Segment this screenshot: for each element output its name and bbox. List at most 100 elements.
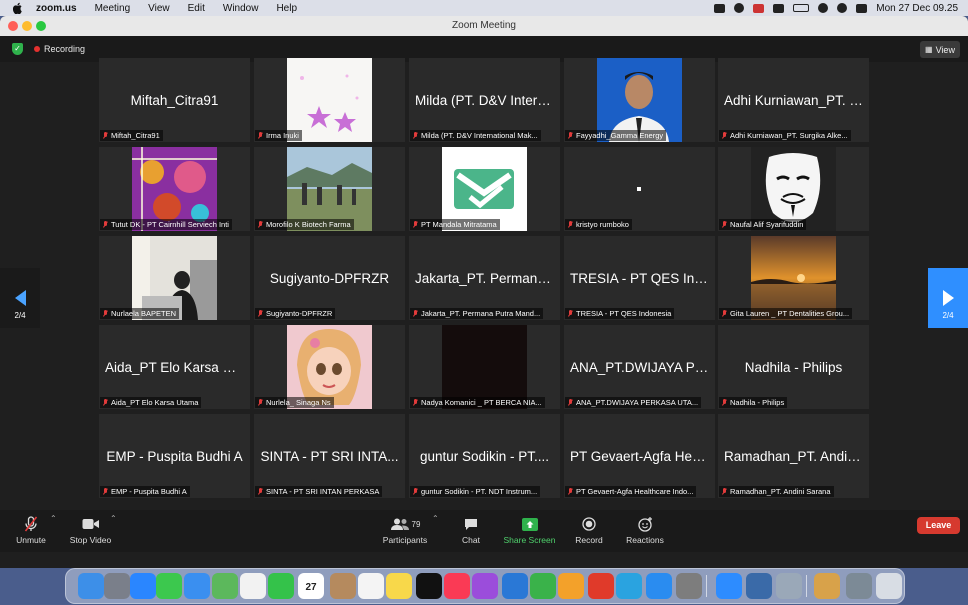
- participant-tile[interactable]: Sugiyanto-DPFRZR Sugiyanto-DPFRZR: [254, 236, 405, 320]
- previous-page-button[interactable]: 2/4: [0, 268, 40, 328]
- menubar-clock[interactable]: Mon 27 Dec 09.25: [876, 3, 958, 14]
- screen-record-icon[interactable]: [753, 3, 765, 13]
- participant-name-label: Fayyadhi_Gamma Energy: [565, 130, 667, 141]
- launchpad-icon[interactable]: [104, 573, 130, 599]
- menu-help[interactable]: Help: [276, 3, 297, 14]
- participant-name-text: Fayyadhi_Gamma Energy: [576, 131, 664, 140]
- reminders-icon[interactable]: [358, 573, 384, 599]
- participant-tile[interactable]: Nurlela_ Sinaga Ns: [254, 325, 405, 409]
- photos-icon[interactable]: [240, 573, 266, 599]
- participant-name-text: Jakarta_PT. Permana Putra Mand...: [421, 309, 541, 318]
- view-button[interactable]: ▦ View: [920, 41, 960, 58]
- podcasts-icon[interactable]: [472, 573, 498, 599]
- fullscreen-window-button[interactable]: [36, 21, 46, 31]
- notes-icon[interactable]: [386, 573, 412, 599]
- control-center-icon[interactable]: [856, 3, 868, 13]
- downloads-folder-icon[interactable]: [814, 573, 840, 599]
- participant-tile[interactable]: Irma Inuki: [254, 58, 405, 142]
- stop-video-button[interactable]: Stop Video: [68, 514, 113, 548]
- zoom-status-icon[interactable]: [714, 3, 726, 13]
- participant-tile[interactable]: EMP - Puspita Budhi A EMP - Puspita Budhi…: [99, 414, 250, 498]
- app-store-icon[interactable]: [646, 573, 672, 599]
- apple-icon[interactable]: [12, 2, 24, 14]
- audio-options-chevron-icon[interactable]: ⌃: [50, 514, 57, 523]
- participant-name-label: Miftah_Citra91: [100, 130, 163, 141]
- facetime-icon[interactable]: [268, 573, 294, 599]
- participant-tile[interactable]: Aida_PT Elo Karsa Ut... Aida_PT Elo Karsa…: [99, 325, 250, 409]
- calendar-icon[interactable]: 27: [298, 573, 324, 599]
- chat-bubble-icon: [455, 516, 487, 532]
- close-window-button[interactable]: [8, 21, 18, 31]
- participant-tile[interactable]: Tutut DK - PT Cairnhill Serviech Inti: [99, 147, 250, 231]
- chat-button[interactable]: Chat: [455, 514, 487, 548]
- media-icon[interactable]: [734, 3, 745, 13]
- wifi-icon[interactable]: [818, 3, 829, 13]
- minimize-window-button[interactable]: [22, 21, 32, 31]
- participants-button[interactable]: 79 Participants: [380, 514, 430, 548]
- muted-mic-icon: [721, 487, 727, 496]
- menu-edit[interactable]: Edit: [188, 3, 205, 14]
- battery-icon[interactable]: [793, 4, 810, 12]
- messages-icon[interactable]: [156, 573, 182, 599]
- participant-tile[interactable]: PT Mandala Mitratama: [409, 147, 560, 231]
- participant-tile[interactable]: Nadhila - Philips Nadhila - Philips: [718, 325, 869, 409]
- participant-tile[interactable]: Milda (PT. D&V Intern... Milda (PT. D&V I…: [409, 58, 560, 142]
- security-shield-icon[interactable]: ✓: [12, 43, 23, 55]
- telegram-icon[interactable]: [616, 573, 642, 599]
- participant-tile[interactable]: SINTA - PT SRI INTA... SINTA - PT SRI INT…: [254, 414, 405, 498]
- participant-name-text: Milda (PT. D&V International Mak...: [421, 131, 538, 140]
- next-page-button[interactable]: 2/4: [928, 268, 968, 328]
- contacts-icon[interactable]: [330, 573, 356, 599]
- finder-icon[interactable]: [78, 573, 104, 599]
- numbers-icon[interactable]: [530, 573, 556, 599]
- reactions-button[interactable]: Reactions: [624, 514, 666, 548]
- participant-tile[interactable]: Morofilo K Biotech Farma: [254, 147, 405, 231]
- participant-name-label: Morofilo K Biotech Farma: [255, 219, 354, 230]
- participant-tile[interactable]: Fayyadhi_Gamma Energy: [564, 58, 715, 142]
- screenshot-folder-icon[interactable]: [846, 573, 872, 599]
- trash-icon[interactable]: [876, 573, 902, 599]
- quicktime-icon[interactable]: [746, 573, 772, 599]
- preview-icon[interactable]: [776, 573, 802, 599]
- participants-options-chevron-icon[interactable]: ⌃: [432, 514, 439, 523]
- participant-tile[interactable]: kristyo rumboko: [564, 147, 715, 231]
- maps-icon[interactable]: [212, 573, 238, 599]
- participant-tile[interactable]: PT Gevaert-Agfa Heal... PT Gevaert-Agfa H…: [564, 414, 715, 498]
- spotlight-icon[interactable]: [837, 3, 848, 13]
- keynote-icon[interactable]: [502, 573, 528, 599]
- participant-tile[interactable]: Gita Lauren _ PT Dentalities Grou...: [718, 236, 869, 320]
- system-preferences-icon[interactable]: [676, 573, 702, 599]
- zoom-icon[interactable]: [716, 573, 742, 599]
- safari-icon[interactable]: [130, 573, 156, 599]
- participant-tile[interactable]: Ramadhan_PT. Andin... Ramadhan_PT. Andini…: [718, 414, 869, 498]
- participant-tile[interactable]: guntur Sodikin - PT.... guntur Sodikin - …: [409, 414, 560, 498]
- pages-icon[interactable]: [558, 573, 584, 599]
- participant-tile[interactable]: Miftah_Citra91 Miftah_Citra91: [99, 58, 250, 142]
- menu-view[interactable]: View: [148, 3, 170, 14]
- share-screen-button[interactable]: Share Screen: [502, 514, 557, 548]
- menu-app-name[interactable]: zoom.us: [36, 3, 77, 14]
- participant-tile[interactable]: Jakarta_PT. Permana... Jakarta_PT. Perman…: [409, 236, 560, 320]
- apple-tv-icon[interactable]: [416, 573, 442, 599]
- record-button[interactable]: Record: [572, 514, 606, 548]
- participant-tile[interactable]: Nurlaela BAPETEN: [99, 236, 250, 320]
- participants-label: Participants: [382, 535, 428, 545]
- keyboard-input-icon[interactable]: [773, 3, 785, 13]
- menu-meeting[interactable]: Meeting: [95, 3, 131, 14]
- menu-window[interactable]: Window: [223, 3, 259, 14]
- leave-button[interactable]: Leave: [917, 517, 960, 534]
- participant-tile[interactable]: TRESIA - PT QES Ind... TRESIA - PT QES In…: [564, 236, 715, 320]
- video-options-chevron-icon[interactable]: ⌃: [110, 514, 117, 523]
- participant-tile[interactable]: Naufal Alif Syarifuddin: [718, 147, 869, 231]
- muted-mic-icon: [102, 398, 108, 407]
- participant-tile[interactable]: Adhi Kurniawan_PT. S... Adhi Kurniawan_PT…: [718, 58, 869, 142]
- participant-display-name-text: Jakarta_PT. Permana...: [415, 270, 554, 286]
- participant-tile[interactable]: Nadya Komanici _ PT BERCA NIA...: [409, 325, 560, 409]
- unmute-button[interactable]: Unmute: [14, 514, 48, 548]
- wps-office-icon[interactable]: [588, 573, 614, 599]
- mail-icon[interactable]: [184, 573, 210, 599]
- music-icon[interactable]: [444, 573, 470, 599]
- participant-tile[interactable]: ANA_PT.DWIJAYA PE... ANA_PT.DWIJAYA PERKA…: [564, 325, 715, 409]
- participant-name-text: TRESIA - PT QES Indonesia: [576, 309, 672, 318]
- participant-display-name-text: Nadhila - Philips: [744, 359, 843, 375]
